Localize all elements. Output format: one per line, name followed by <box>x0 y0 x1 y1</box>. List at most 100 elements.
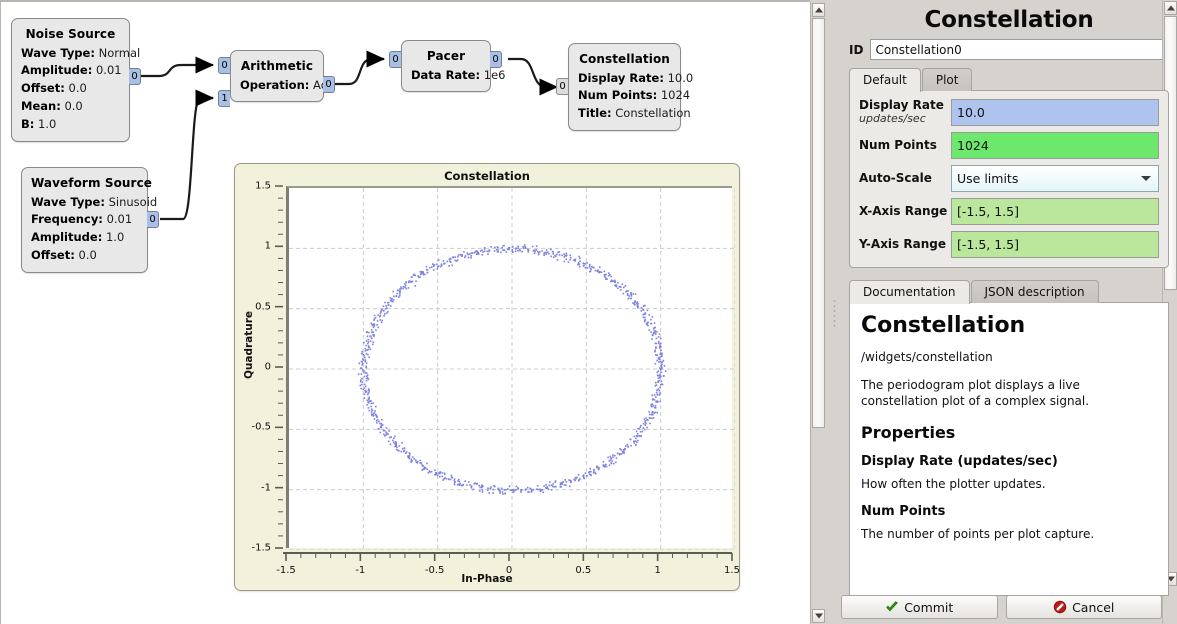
splitter-grip-icon <box>834 297 837 327</box>
flowgraph-canvas[interactable]: Noise Source Wave Type: Normal Amplitude… <box>0 0 810 624</box>
settings-form: Display Rate updates/sec 10.0 Num Points… <box>849 90 1169 268</box>
doc-path: /widgets/constellation <box>861 349 1157 365</box>
port-arithmetic-in-0[interactable]: 0 <box>218 57 230 74</box>
block-property-row: Amplitude: 1.0 <box>31 229 138 247</box>
field-label: Auto-Scale <box>859 172 951 186</box>
block-property-row: Title: Constellation <box>578 105 671 123</box>
port-noise-source-out-0[interactable]: 0 <box>129 68 141 85</box>
tab-default[interactable]: Default <box>849 68 921 92</box>
cancel-label: Cancel <box>1072 600 1114 615</box>
block-property-row: Offset: 0.0 <box>21 80 120 98</box>
property-value: 1.0 <box>106 230 124 244</box>
field-x-axis-range: X-Axis Range [-1.5, 1.5] <box>859 198 1159 225</box>
port-arithmetic-in-1[interactable]: 1 <box>218 90 230 107</box>
chevron-down-icon <box>1141 176 1151 181</box>
panel-splitter[interactable] <box>829 0 841 624</box>
field-label: Display Rate updates/sec <box>859 99 951 125</box>
tab-plot[interactable]: Plot <box>922 68 973 91</box>
cancel-button[interactable]: Cancel <box>1006 595 1163 619</box>
property-value: 1e6 <box>484 68 506 82</box>
doc-property-desc: How often the plotter updates. <box>861 476 1157 492</box>
scrollbar-thumb[interactable] <box>812 18 825 428</box>
block-pacer[interactable]: Pacer Data Rate: 1e6 <box>401 40 491 92</box>
commit-button[interactable]: Commit <box>841 595 998 619</box>
property-key: Mean: <box>21 99 61 113</box>
tab-documentation[interactable]: Documentation <box>849 280 970 304</box>
doc-property-name: Display Rate (updates/sec) <box>861 454 1157 469</box>
property-value: 0.01 <box>96 63 122 77</box>
scroll-up-arrow-icon[interactable] <box>1164 1 1177 15</box>
num-points-input[interactable]: 1024 <box>951 132 1159 159</box>
property-key: Operation: <box>240 78 309 92</box>
block-title: Waveform Source <box>31 174 138 193</box>
doc-summary: The periodogram plot displays a live con… <box>861 377 1157 409</box>
field-num-points: Num Points 1024 <box>859 132 1159 159</box>
property-value: 10.0 <box>668 71 694 85</box>
auto-scale-value: Use limits <box>957 171 1018 186</box>
y-axis-range-input[interactable]: [-1.5, 1.5] <box>951 231 1159 258</box>
auto-scale-select[interactable]: Use limits <box>951 165 1159 192</box>
id-row: ID <box>849 39 1169 60</box>
port-waveform-source-out-0[interactable]: 0 <box>147 211 159 228</box>
block-property-row: Wave Type: Sinusoid <box>31 194 138 212</box>
port-constellation-in-0[interactable]: 0 <box>556 78 568 95</box>
dialog-button-bar: Commit Cancel <box>841 595 1162 619</box>
property-value: 1.0 <box>38 117 56 131</box>
block-property-row: Wave Type: Normal <box>21 45 120 63</box>
constellation-plot-panel[interactable]: Constellation Quadrature In-Phase 1.510.… <box>234 163 740 591</box>
port-pacer-out-0[interactable]: 0 <box>490 51 502 68</box>
block-title: Noise Source <box>21 25 120 44</box>
field-auto-scale: Auto-Scale Use limits <box>859 165 1159 192</box>
property-value: Normal <box>99 46 141 60</box>
block-constellation[interactable]: Constellation Display Rate: 10.0 Num Poi… <box>568 43 681 131</box>
field-display-rate: Display Rate updates/sec 10.0 <box>859 99 1159 126</box>
property-key: Offset: <box>21 81 65 95</box>
property-value: 0.01 <box>107 212 133 226</box>
commit-label: Commit <box>904 600 953 615</box>
field-label: Num Points <box>859 139 951 153</box>
application-window: Noise Source Wave Type: Normal Amplitude… <box>0 0 1177 624</box>
field-label-text: Display Rate <box>859 98 944 112</box>
doc-property-desc: The number of points per plot capture. <box>861 526 1157 542</box>
field-label: Y-Axis Range <box>859 238 951 252</box>
property-key: Amplitude: <box>21 63 92 77</box>
property-key: B: <box>21 117 34 131</box>
tab-json-description[interactable]: JSON description <box>971 280 1099 303</box>
block-property-row: Operation: Add <box>240 77 314 95</box>
property-key: Offset: <box>31 248 75 262</box>
property-key: Wave Type: <box>31 195 105 209</box>
property-value: Sinusoid <box>109 195 158 209</box>
doc-heading: Constellation <box>861 313 1157 338</box>
field-label: X-Axis Range <box>859 205 951 219</box>
block-waveform-source[interactable]: Waveform Source Wave Type: Sinusoid Freq… <box>21 167 148 273</box>
id-input[interactable] <box>870 39 1169 60</box>
port-pacer-in-0[interactable]: 0 <box>389 51 401 68</box>
cancel-icon <box>1053 600 1067 614</box>
plot-frame <box>286 186 732 548</box>
x-axis-range-input[interactable]: [-1.5, 1.5] <box>951 198 1159 225</box>
settings-tabstrip: Default Plot <box>849 67 1169 91</box>
plot-data-area <box>289 188 735 550</box>
block-noise-source[interactable]: Noise Source Wave Type: Normal Amplitude… <box>11 18 130 142</box>
property-value: 0.0 <box>64 99 82 113</box>
documentation-content: Constellation /widgets/constellation The… <box>849 302 1169 596</box>
block-property-row: B: 1.0 <box>21 116 120 134</box>
canvas-vertical-scrollbar[interactable] <box>810 2 825 624</box>
id-label: ID <box>849 43 863 57</box>
port-arithmetic-out-0[interactable]: 0 <box>323 76 335 93</box>
block-property-row: Data Rate: 1e6 <box>411 67 481 85</box>
scroll-down-arrow-icon[interactable] <box>812 609 825 623</box>
display-rate-input[interactable]: 10.0 <box>951 99 1159 126</box>
scroll-up-arrow-icon[interactable] <box>812 3 825 17</box>
block-title: Pacer <box>411 47 481 66</box>
property-key: Title: <box>578 106 612 120</box>
block-property-row: Mean: 0.0 <box>21 98 120 116</box>
block-property-row: Offset: 0.0 <box>31 247 138 265</box>
property-value: 0.0 <box>69 81 87 95</box>
block-title: Arithmetic <box>240 57 314 76</box>
property-key: Amplitude: <box>31 230 102 244</box>
block-arithmetic[interactable]: Arithmetic Operation: Add <box>230 50 324 102</box>
doc-properties-heading: Properties <box>861 423 1157 442</box>
field-y-axis-range: Y-Axis Range [-1.5, 1.5] <box>859 231 1159 258</box>
property-value: 1024 <box>661 88 690 102</box>
